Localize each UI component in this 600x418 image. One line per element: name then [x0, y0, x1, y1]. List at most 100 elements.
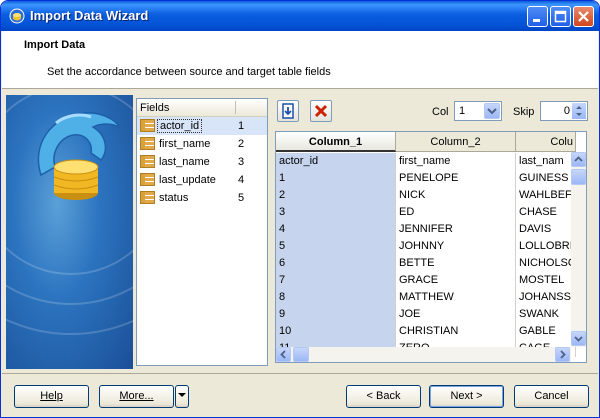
grid-cell[interactable]: JENNIFER — [396, 221, 516, 238]
next-button[interactable]: Next > — [429, 385, 504, 408]
triangle-down-icon — [178, 393, 186, 397]
grid-cell[interactable]: JOHANSSO — [516, 289, 576, 306]
horizontal-scrollbar[interactable] — [276, 347, 571, 362]
col-select[interactable]: 1 — [454, 101, 502, 121]
grid-cell[interactable]: ED — [396, 204, 516, 221]
field-index: 3 — [238, 156, 245, 168]
cancel-button[interactable]: Cancel — [514, 385, 589, 408]
field-index: 2 — [238, 138, 245, 150]
import-wizard-window: Import Data Wizard Import Data Set the a… — [0, 0, 600, 418]
chevron-down-icon — [487, 108, 497, 115]
field-item[interactable]: first_name 2 — [137, 135, 267, 153]
close-button[interactable] — [573, 6, 594, 27]
app-icon — [9, 8, 25, 24]
table-field-icon — [140, 155, 155, 168]
maximize-button[interactable] — [550, 6, 571, 27]
grid-cell[interactable]: 8 — [276, 289, 396, 306]
grid-cell[interactable]: actor_id — [276, 153, 396, 170]
grid-cell[interactable]: first_name — [396, 153, 516, 170]
fields-list-header[interactable]: Fields — [137, 99, 267, 117]
grid-cell[interactable]: 4 — [276, 221, 396, 238]
column-header[interactable]: Column_2 — [396, 132, 516, 152]
field-name: actor_id — [157, 119, 203, 133]
col-value: 1 — [459, 105, 466, 117]
scroll-thumb[interactable] — [293, 347, 309, 362]
field-item[interactable]: actor_id 1 — [137, 117, 267, 135]
assign-field-button[interactable] — [277, 100, 299, 122]
grid-cell[interactable]: DAVIS — [516, 221, 576, 238]
field-name: status — [159, 192, 189, 204]
clear-assignment-button[interactable] — [310, 100, 332, 122]
close-icon — [578, 11, 589, 22]
help-button[interactable]: Help — [14, 385, 89, 408]
grid-cell[interactable]: JOHNNY — [396, 238, 516, 255]
col-dropdown-button[interactable] — [484, 103, 500, 119]
scroll-down-button[interactable] — [571, 331, 586, 346]
table-field-icon — [140, 119, 155, 132]
grid-cell[interactable]: GUINESS — [516, 170, 576, 187]
grid-cell[interactable]: 1 — [276, 170, 396, 187]
scroll-left-button[interactable] — [276, 347, 291, 362]
wizard-header: Import Data Set the accordance between s… — [2, 31, 598, 89]
field-index: 1 — [238, 120, 245, 132]
scroll-up-button[interactable] — [571, 152, 586, 167]
field-item[interactable]: last_update 4 — [137, 171, 267, 189]
skip-spin-buttons[interactable] — [572, 103, 586, 119]
grid-cell[interactable]: GRACE — [396, 272, 516, 289]
window-title: Import Data Wizard — [30, 8, 149, 23]
page-subtitle: Set the accordance between source and ta… — [47, 66, 331, 78]
field-name: last_update — [159, 174, 216, 186]
grid-cell[interactable]: MOSTEL — [516, 272, 576, 289]
minimize-button[interactable] — [527, 6, 548, 27]
scroll-thumb[interactable] — [571, 169, 586, 185]
column-header[interactable]: Column_1 — [276, 132, 396, 152]
next-button-label: Next > — [450, 390, 483, 402]
grid-cell[interactable]: 10 — [276, 323, 396, 340]
grid-cell[interactable]: GABLE — [516, 323, 576, 340]
more-dropdown-button[interactable] — [175, 385, 189, 408]
field-item[interactable]: last_name 3 — [137, 153, 267, 171]
grid-cell[interactable]: LOLLOBRI — [516, 238, 576, 255]
source-data-grid[interactable]: Column_1 Column_2 Colu actor_id first_nam… — [275, 131, 587, 363]
grid-cell[interactable]: WAHLBEF — [516, 187, 576, 204]
grid-cell[interactable]: 6 — [276, 255, 396, 272]
back-button[interactable]: < Back — [346, 385, 421, 408]
field-name: last_name — [159, 156, 210, 168]
grid-cell[interactable]: last_nam — [516, 153, 576, 170]
grid-cell[interactable]: CHASE — [516, 204, 576, 221]
button-bar: Help More... < Back Next > Cancel — [2, 373, 598, 417]
grid-cell[interactable]: MATTHEW — [396, 289, 516, 306]
chevron-down-icon — [574, 336, 583, 342]
field-name: first_name — [159, 138, 211, 150]
wizard-side-image — [6, 95, 133, 369]
title-bar[interactable]: Import Data Wizard — [1, 1, 599, 31]
grid-cell[interactable]: BETTE — [396, 255, 516, 272]
grid-cell[interactable]: 3 — [276, 204, 396, 221]
more-button-label: More... — [119, 390, 154, 402]
help-button-label: Help — [40, 390, 63, 402]
grid-cell[interactable]: NICK — [396, 187, 516, 204]
cancel-button-label: Cancel — [534, 390, 569, 402]
more-button[interactable]: More... — [99, 385, 174, 408]
grid-cell[interactable]: JOE — [396, 306, 516, 323]
fields-list[interactable]: Fields actor_id 1 first_name 2 last_name… — [136, 98, 268, 366]
skip-spinner[interactable]: 0 — [540, 101, 588, 121]
skip-label: Skip — [513, 106, 535, 118]
grid-cell[interactable]: 5 — [276, 238, 396, 255]
grid-cell[interactable]: 7 — [276, 272, 396, 289]
delete-icon — [314, 104, 328, 118]
grid-cell[interactable]: SWANK — [516, 306, 576, 323]
grid-cell[interactable]: 9 — [276, 306, 396, 323]
grid-cell[interactable]: CHRISTIAN — [396, 323, 516, 340]
scroll-right-button[interactable] — [555, 347, 570, 362]
chevron-right-icon — [560, 350, 566, 359]
grid-cell[interactable]: PENELOPE — [396, 170, 516, 187]
vertical-scrollbar[interactable] — [571, 152, 586, 347]
grid-cell[interactable]: NICHOLSO — [516, 255, 576, 272]
column-header[interactable]: Colu — [516, 132, 576, 152]
field-index: 4 — [238, 174, 245, 186]
page-title: Import Data — [24, 39, 86, 51]
fields-header-label: Fields — [140, 102, 170, 114]
grid-cell[interactable]: 2 — [276, 187, 396, 204]
field-item[interactable]: status 5 — [137, 189, 267, 207]
